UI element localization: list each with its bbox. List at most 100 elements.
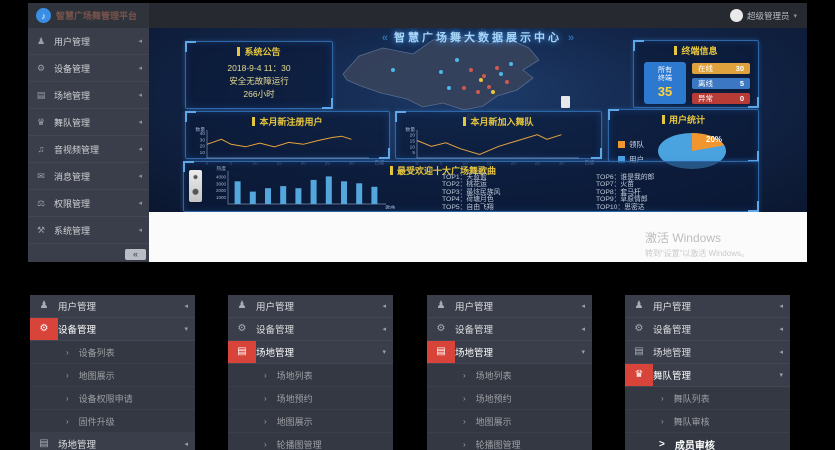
device-icon: ⚙ xyxy=(30,318,58,340)
menu-panel-4: ♟用户管理◂⚙设备管理◂▤场地管理◂♛舞队管理▾›舞队列表›舞队审核>成员审核 xyxy=(625,295,790,450)
submenu-item-map-display[interactable]: ›地图展示 xyxy=(30,364,195,387)
device-icon: ⚙ xyxy=(427,318,455,340)
chevron-left-icon: ◂ xyxy=(138,145,142,153)
submenu-item-team-list[interactable]: ›舞队列表 xyxy=(625,387,790,410)
sidebar-item-permission[interactable]: ⚖权限管理◂ xyxy=(28,190,149,217)
menu-item-device[interactable]: ⚙设备管理◂ xyxy=(427,318,592,341)
svg-text:10: 10 xyxy=(410,144,416,150)
menu-item-user[interactable]: ♟用户管理◂ xyxy=(625,295,790,318)
logo-area[interactable]: ♪ 智慧广场舞管理平台 xyxy=(28,3,149,28)
chevron-right-icon: › xyxy=(66,394,69,403)
menu-item-device[interactable]: ⚙设备管理◂ xyxy=(625,318,790,341)
notice-content: 2018-9-4 11：30安全无故障运行266小时 xyxy=(186,62,332,101)
notice-line: 266小时 xyxy=(186,88,332,101)
submenu-item-carousel-management[interactable]: ›轮播图管理 xyxy=(228,433,393,450)
sidebar-item-team[interactable]: ♛舞队管理◂ xyxy=(28,109,149,136)
svg-text:数量: 数量 xyxy=(195,126,205,133)
user-icon: ♟ xyxy=(28,36,54,47)
chevron-down-icon: ▾ xyxy=(779,371,783,379)
terminal-badges: 在线30离线5异常0 xyxy=(692,62,750,104)
banner-decor-left: « xyxy=(382,32,388,44)
submenu-item-label: 设备列表 xyxy=(79,346,115,359)
menu-item-venue[interactable]: ▤场地管理▾ xyxy=(427,341,592,364)
menu-panel-3: ♟用户管理◂⚙设备管理◂▤场地管理▾›场地列表›场地预约›地图展示›轮播图管理 xyxy=(427,295,592,450)
chevron-left-icon: ◂ xyxy=(138,172,142,180)
badge-label: 异常 xyxy=(698,93,713,104)
songs-bar-chart: 1000200030004000热度歌曲 xyxy=(206,165,396,212)
submenu-item-team-audit[interactable]: ›舞队审核 xyxy=(625,410,790,433)
submenu-item-label: 设备权限申请 xyxy=(79,392,133,405)
svg-text:1000: 1000 xyxy=(216,195,227,200)
chevron-right-icon: › xyxy=(264,371,267,380)
status-badge-离线: 离线5 xyxy=(692,78,750,89)
submenu-item-venue-list[interactable]: ›场地列表 xyxy=(228,364,393,387)
menu-item-device[interactable]: ⚙设备管理▾ xyxy=(30,318,195,341)
submenu-item-map-display[interactable]: ›地图展示 xyxy=(427,410,592,433)
dashboard-screen: «智慧广场舞大数据展示中心» 系统公告 2018-9-4 11：30安全无故障运… xyxy=(149,28,807,212)
sidebar-item-label: 设备管理 xyxy=(54,62,90,75)
chevron-right-icon: › xyxy=(463,371,466,380)
svg-text:2000: 2000 xyxy=(216,188,227,193)
submenu-item-device-permission-apply[interactable]: › 设备权限申请 xyxy=(30,387,195,410)
chevron-left-icon: ◂ xyxy=(138,226,142,234)
user-icon: ♟ xyxy=(625,295,653,317)
chevron-left-icon: ◂ xyxy=(138,199,142,207)
submenu-item-venue-booking[interactable]: ›场地预约 xyxy=(228,387,393,410)
submenu-item-label: 地图展示 xyxy=(79,369,115,382)
sidebar-item-user[interactable]: ♟用户管理◂ xyxy=(28,28,149,55)
chevron-down-icon: ▾ xyxy=(581,348,585,356)
user-stats-title: 用户统计 xyxy=(669,113,705,126)
songs-rank-right: TOP6：谁是我的郎TOP7：火苗TOP8：套马杆TOP9：草原情郎TOP10：… xyxy=(596,174,654,211)
submenu-item-venue-list[interactable]: ›场地列表 xyxy=(427,364,592,387)
submenu-item-member-audit[interactable]: >成员审核 xyxy=(625,433,790,450)
windows-watermark: 激活 Windows 转到“设置”以激活 Windows。 xyxy=(645,229,749,259)
menu-item-label: 设备管理 xyxy=(256,322,294,336)
submenu-item-label: 轮播图管理 xyxy=(476,438,521,450)
map-control[interactable] xyxy=(561,96,570,108)
user-name: 超级管理员 xyxy=(747,10,790,22)
submenu-item-label: 成员审核 xyxy=(675,437,715,450)
legend-swatch xyxy=(618,141,625,148)
user-menu[interactable]: 超级管理员 ▾ xyxy=(730,9,797,22)
notice-title: 系统公告 xyxy=(244,45,280,58)
sidebar-item-label: 场地管理 xyxy=(54,89,90,102)
submenu-item-carousel-management[interactable]: ›轮播图管理 xyxy=(427,433,592,450)
sidebar-item-device[interactable]: ⚙设备管理◂ xyxy=(28,55,149,82)
menu-item-device[interactable]: ⚙设备管理◂ xyxy=(228,318,393,341)
terminal-info-panel: 终端信息 所有终端 35 在线30离线5异常0 xyxy=(633,40,759,108)
user-icon: ♟ xyxy=(30,295,58,317)
sidebar-item-venue[interactable]: ▤场地管理◂ xyxy=(28,82,149,109)
submenu-item-firmware-upgrade[interactable]: ›固件升级 xyxy=(30,410,195,433)
chevron-right-icon: › xyxy=(264,440,267,449)
menu-item-user[interactable]: ♟用户管理◂ xyxy=(30,295,195,318)
menu-item-user[interactable]: ♟用户管理◂ xyxy=(427,295,592,318)
menu-item-label: 场地管理 xyxy=(256,345,294,359)
device-icon: ⚙ xyxy=(28,63,54,74)
song-rank-item: TOP7：火苗 xyxy=(596,181,654,188)
menu-item-venue[interactable]: ▤场地管理◂ xyxy=(625,341,790,364)
sidebar-item-message[interactable]: ✉消息管理◂ xyxy=(28,163,149,190)
submenu-item-label: 场地预约 xyxy=(277,392,313,405)
chevron-right-icon: › xyxy=(66,417,69,426)
sidebar-collapse-button[interactable]: « xyxy=(125,249,146,260)
submenu-item-venue-booking[interactable]: ›场地预约 xyxy=(427,387,592,410)
sidebar-item-media[interactable]: ♫音视频管理◂ xyxy=(28,136,149,163)
watermark-line2: 转到“设置”以激活 Windows。 xyxy=(645,248,749,259)
menu-item-label: 用户管理 xyxy=(256,299,294,313)
submenu-item-device-list[interactable]: ›设备列表 xyxy=(30,341,195,364)
menu-item-venue[interactable]: ▤场地管理◂ xyxy=(30,433,195,450)
menu-item-team[interactable]: ♛舞队管理▾ xyxy=(625,364,790,387)
submenu-item-map-display[interactable]: ›地图展示 xyxy=(228,410,393,433)
menu-item-label: 用户管理 xyxy=(455,299,493,313)
sidebar-item-system[interactable]: ⚒系统管理◂ xyxy=(28,217,149,244)
svg-text:歌曲: 歌曲 xyxy=(385,204,395,209)
all-terminals-value: 35 xyxy=(658,84,672,99)
badge-value: 5 xyxy=(740,79,744,88)
menu-item-venue[interactable]: ▤场地管理▾ xyxy=(228,341,393,364)
menu-item-label: 场地管理 xyxy=(455,345,493,359)
svg-text:20: 20 xyxy=(200,144,206,150)
svg-text:4000: 4000 xyxy=(216,174,227,179)
notice-line: 2018-9-4 11：30 xyxy=(186,62,332,75)
dashboard-title: «智慧广场舞大数据展示中心» xyxy=(149,29,807,45)
menu-item-user[interactable]: ♟用户管理◂ xyxy=(228,295,393,318)
